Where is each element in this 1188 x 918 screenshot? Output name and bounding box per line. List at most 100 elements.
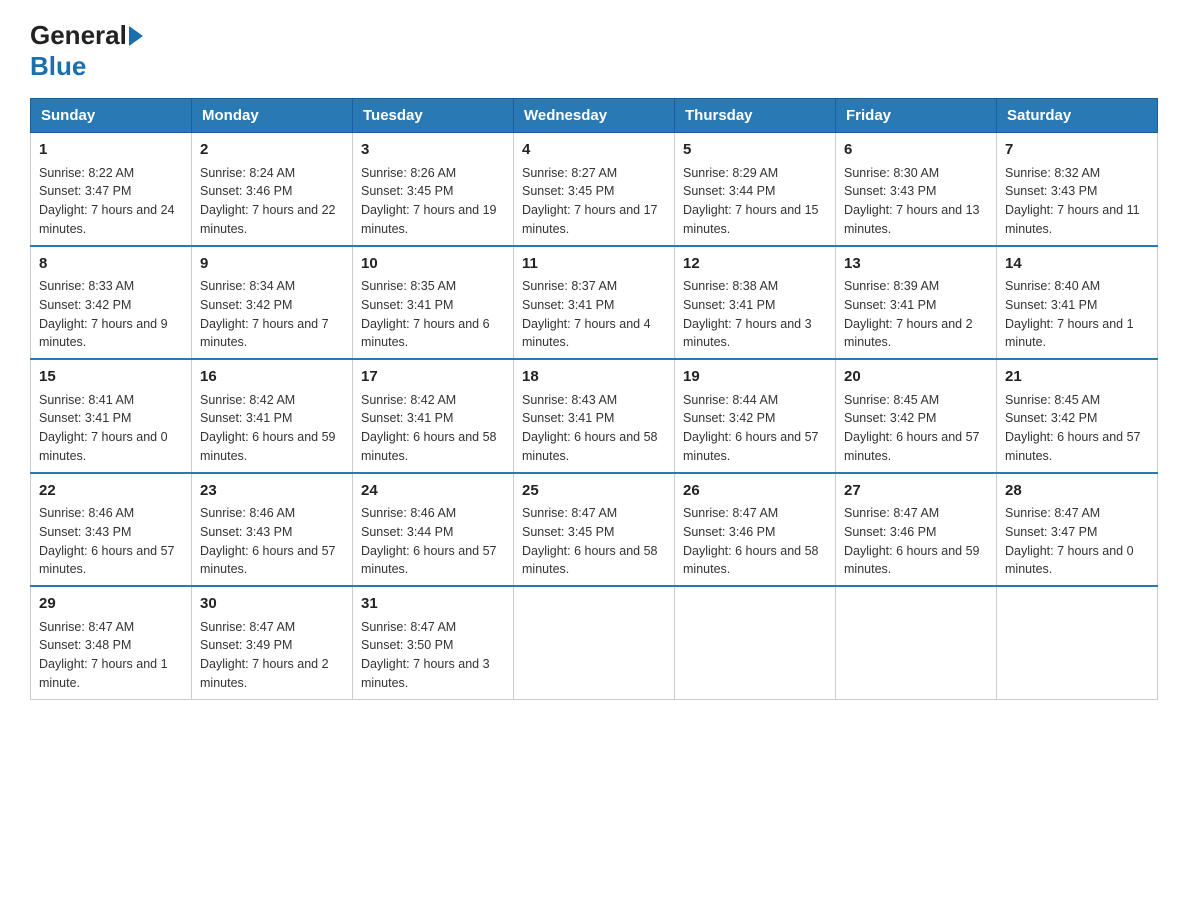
day-number: 4 — [522, 139, 666, 162]
day-sunset: Sunset: 3:45 PM — [361, 184, 453, 198]
day-number: 31 — [361, 593, 505, 616]
day-number: 2 — [200, 139, 344, 162]
calendar-day-cell — [997, 586, 1158, 699]
day-sunrise: Sunrise: 8:42 AM — [200, 393, 295, 407]
day-number: 10 — [361, 253, 505, 276]
day-sunrise: Sunrise: 8:46 AM — [200, 506, 295, 520]
day-sunrise: Sunrise: 8:24 AM — [200, 166, 295, 180]
calendar-day-cell: 22 Sunrise: 8:46 AM Sunset: 3:43 PM Dayl… — [31, 473, 192, 587]
day-daylight: Daylight: 6 hours and 59 minutes. — [200, 430, 336, 463]
day-number: 23 — [200, 480, 344, 503]
day-of-week-header: Tuesday — [353, 99, 514, 133]
calendar-day-cell: 25 Sunrise: 8:47 AM Sunset: 3:45 PM Dayl… — [514, 473, 675, 587]
day-number: 16 — [200, 366, 344, 389]
calendar-day-cell: 3 Sunrise: 8:26 AM Sunset: 3:45 PM Dayli… — [353, 133, 514, 246]
day-sunrise: Sunrise: 8:47 AM — [200, 620, 295, 634]
day-daylight: Daylight: 7 hours and 0 minutes. — [39, 430, 168, 463]
day-number: 12 — [683, 253, 827, 276]
calendar-day-cell: 23 Sunrise: 8:46 AM Sunset: 3:43 PM Dayl… — [192, 473, 353, 587]
day-sunrise: Sunrise: 8:32 AM — [1005, 166, 1100, 180]
day-sunrise: Sunrise: 8:47 AM — [844, 506, 939, 520]
day-sunset: Sunset: 3:43 PM — [844, 184, 936, 198]
day-sunset: Sunset: 3:42 PM — [683, 411, 775, 425]
day-sunset: Sunset: 3:46 PM — [844, 525, 936, 539]
day-daylight: Daylight: 7 hours and 3 minutes. — [361, 657, 490, 690]
day-sunrise: Sunrise: 8:26 AM — [361, 166, 456, 180]
calendar-day-cell: 16 Sunrise: 8:42 AM Sunset: 3:41 PM Dayl… — [192, 359, 353, 473]
calendar-day-cell: 11 Sunrise: 8:37 AM Sunset: 3:41 PM Dayl… — [514, 246, 675, 360]
day-sunrise: Sunrise: 8:47 AM — [522, 506, 617, 520]
day-daylight: Daylight: 7 hours and 6 minutes. — [361, 317, 490, 350]
day-sunset: Sunset: 3:43 PM — [39, 525, 131, 539]
day-number: 7 — [1005, 139, 1149, 162]
calendar-day-cell: 20 Sunrise: 8:45 AM Sunset: 3:42 PM Dayl… — [836, 359, 997, 473]
day-daylight: Daylight: 7 hours and 2 minutes. — [844, 317, 973, 350]
day-sunrise: Sunrise: 8:39 AM — [844, 279, 939, 293]
day-sunset: Sunset: 3:44 PM — [683, 184, 775, 198]
day-sunrise: Sunrise: 8:43 AM — [522, 393, 617, 407]
day-sunrise: Sunrise: 8:37 AM — [522, 279, 617, 293]
logo-general-text: General — [30, 20, 127, 51]
day-number: 15 — [39, 366, 183, 389]
day-daylight: Daylight: 7 hours and 11 minutes. — [1005, 203, 1140, 236]
day-sunset: Sunset: 3:41 PM — [200, 411, 292, 425]
day-sunset: Sunset: 3:44 PM — [361, 525, 453, 539]
day-daylight: Daylight: 6 hours and 58 minutes. — [522, 430, 658, 463]
calendar-day-cell: 4 Sunrise: 8:27 AM Sunset: 3:45 PM Dayli… — [514, 133, 675, 246]
calendar-day-cell: 15 Sunrise: 8:41 AM Sunset: 3:41 PM Dayl… — [31, 359, 192, 473]
calendar-day-cell: 29 Sunrise: 8:47 AM Sunset: 3:48 PM Dayl… — [31, 586, 192, 699]
day-sunrise: Sunrise: 8:29 AM — [683, 166, 778, 180]
day-sunset: Sunset: 3:41 PM — [844, 298, 936, 312]
day-sunset: Sunset: 3:48 PM — [39, 638, 131, 652]
day-daylight: Daylight: 7 hours and 15 minutes. — [683, 203, 819, 236]
day-sunset: Sunset: 3:43 PM — [1005, 184, 1097, 198]
day-number: 22 — [39, 480, 183, 503]
day-daylight: Daylight: 6 hours and 57 minutes. — [844, 430, 980, 463]
calendar-day-cell — [675, 586, 836, 699]
calendar-day-cell: 30 Sunrise: 8:47 AM Sunset: 3:49 PM Dayl… — [192, 586, 353, 699]
day-number: 17 — [361, 366, 505, 389]
day-sunrise: Sunrise: 8:27 AM — [522, 166, 617, 180]
day-daylight: Daylight: 7 hours and 7 minutes. — [200, 317, 329, 350]
day-sunset: Sunset: 3:46 PM — [200, 184, 292, 198]
day-daylight: Daylight: 7 hours and 4 minutes. — [522, 317, 651, 350]
day-number: 9 — [200, 253, 344, 276]
day-of-week-header: Sunday — [31, 99, 192, 133]
calendar-day-cell: 7 Sunrise: 8:32 AM Sunset: 3:43 PM Dayli… — [997, 133, 1158, 246]
day-daylight: Daylight: 7 hours and 3 minutes. — [683, 317, 812, 350]
day-daylight: Daylight: 6 hours and 57 minutes. — [361, 544, 497, 577]
day-sunset: Sunset: 3:41 PM — [522, 411, 614, 425]
day-daylight: Daylight: 6 hours and 58 minutes. — [683, 544, 819, 577]
day-number: 6 — [844, 139, 988, 162]
day-sunset: Sunset: 3:42 PM — [200, 298, 292, 312]
day-sunrise: Sunrise: 8:40 AM — [1005, 279, 1100, 293]
day-sunrise: Sunrise: 8:34 AM — [200, 279, 295, 293]
day-of-week-header: Saturday — [997, 99, 1158, 133]
day-sunrise: Sunrise: 8:38 AM — [683, 279, 778, 293]
calendar-day-cell: 1 Sunrise: 8:22 AM Sunset: 3:47 PM Dayli… — [31, 133, 192, 246]
day-sunset: Sunset: 3:42 PM — [39, 298, 131, 312]
day-daylight: Daylight: 7 hours and 9 minutes. — [39, 317, 168, 350]
day-daylight: Daylight: 6 hours and 59 minutes. — [844, 544, 980, 577]
day-daylight: Daylight: 7 hours and 0 minutes. — [1005, 544, 1134, 577]
day-sunrise: Sunrise: 8:35 AM — [361, 279, 456, 293]
day-number: 27 — [844, 480, 988, 503]
day-number: 8 — [39, 253, 183, 276]
calendar-day-cell: 31 Sunrise: 8:47 AM Sunset: 3:50 PM Dayl… — [353, 586, 514, 699]
day-sunset: Sunset: 3:41 PM — [39, 411, 131, 425]
logo-blue-text: Blue — [30, 51, 86, 82]
day-sunset: Sunset: 3:41 PM — [522, 298, 614, 312]
day-sunrise: Sunrise: 8:47 AM — [361, 620, 456, 634]
day-sunrise: Sunrise: 8:47 AM — [39, 620, 134, 634]
calendar-day-cell: 27 Sunrise: 8:47 AM Sunset: 3:46 PM Dayl… — [836, 473, 997, 587]
calendar-day-cell: 5 Sunrise: 8:29 AM Sunset: 3:44 PM Dayli… — [675, 133, 836, 246]
day-of-week-header: Friday — [836, 99, 997, 133]
day-sunrise: Sunrise: 8:42 AM — [361, 393, 456, 407]
calendar-week-row: 29 Sunrise: 8:47 AM Sunset: 3:48 PM Dayl… — [31, 586, 1158, 699]
calendar-day-cell: 18 Sunrise: 8:43 AM Sunset: 3:41 PM Dayl… — [514, 359, 675, 473]
calendar-header-row: SundayMondayTuesdayWednesdayThursdayFrid… — [31, 99, 1158, 133]
day-daylight: Daylight: 6 hours and 58 minutes. — [522, 544, 658, 577]
day-number: 3 — [361, 139, 505, 162]
day-sunset: Sunset: 3:45 PM — [522, 184, 614, 198]
day-number: 29 — [39, 593, 183, 616]
